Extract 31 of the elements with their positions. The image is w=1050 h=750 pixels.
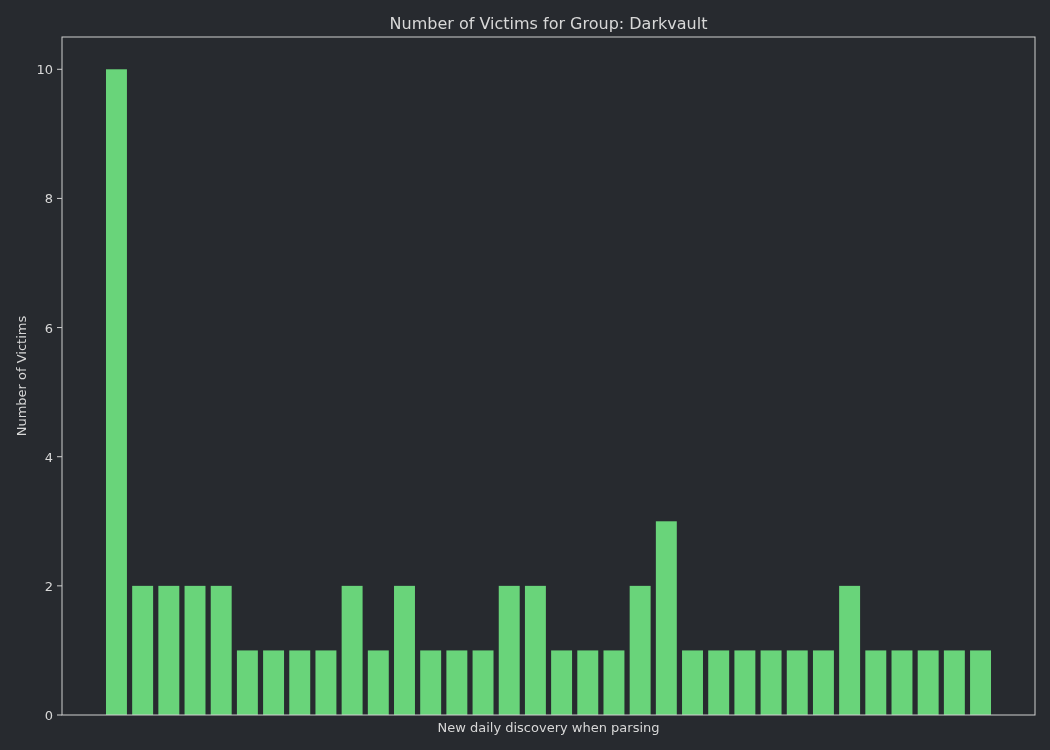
- bar: [760, 650, 782, 715]
- bar: [263, 650, 285, 715]
- bar: [577, 650, 599, 715]
- x-axis-label: New daily discovery when parsing: [437, 720, 660, 735]
- y-tick-label: 0: [44, 708, 53, 723]
- bar: [708, 650, 730, 715]
- chart-title: Number of Victims for Group: Darkvault: [389, 14, 708, 33]
- bar: [551, 650, 573, 715]
- bar: [446, 650, 468, 715]
- y-tick-label: 4: [44, 449, 53, 465]
- y-axis-label: Number of Victims: [14, 315, 29, 437]
- y-tick-label: 6: [44, 320, 53, 336]
- bar: [315, 650, 337, 715]
- bar: [734, 650, 756, 715]
- y-tick-label: 10: [36, 62, 53, 78]
- bar: [891, 650, 913, 715]
- bar: [682, 650, 703, 715]
- bar: [917, 650, 939, 715]
- bar: [420, 650, 442, 715]
- bar: [786, 650, 808, 715]
- bar: [943, 650, 965, 715]
- bar: [970, 650, 991, 715]
- y-tick-label: 8: [44, 191, 53, 207]
- bar: [865, 650, 887, 715]
- bar: [812, 650, 834, 715]
- bar: [367, 650, 389, 715]
- bar: [603, 650, 625, 715]
- bar: [236, 650, 258, 715]
- bar: [472, 650, 494, 715]
- y-tick-label: 2: [44, 578, 53, 594]
- bar: [289, 650, 311, 715]
